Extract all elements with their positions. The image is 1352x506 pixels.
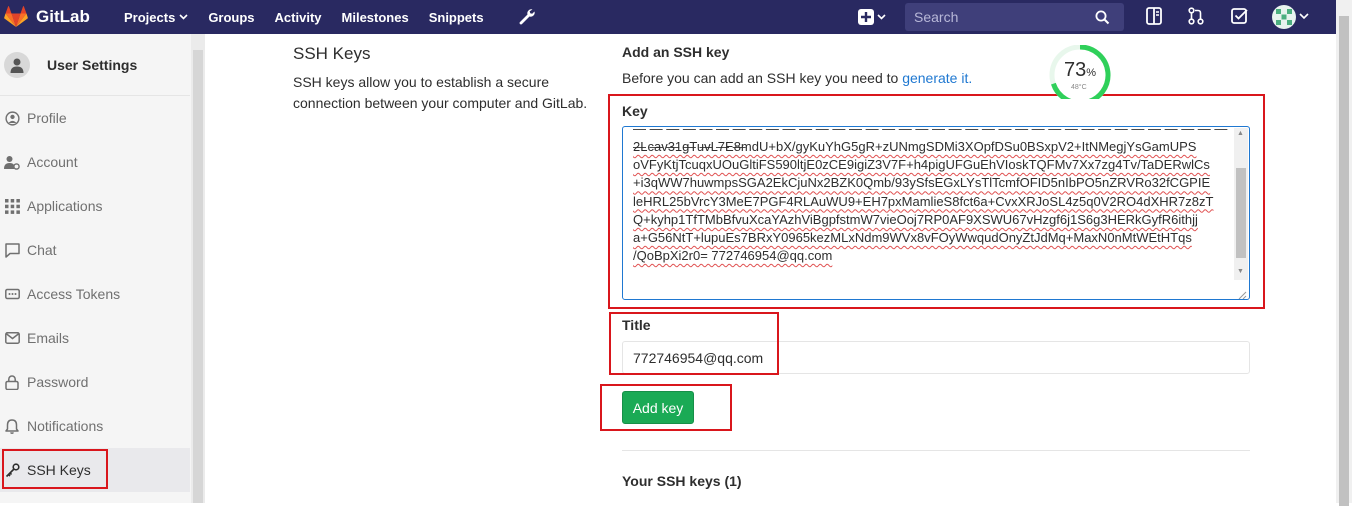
sidebar-scrollbar[interactable] bbox=[191, 34, 205, 503]
sidebar-title: User Settings bbox=[47, 56, 138, 73]
profile-icon bbox=[4, 110, 20, 126]
sidebar-header[interactable]: User Settings bbox=[0, 34, 190, 96]
divider bbox=[622, 450, 1250, 451]
generate-it-link[interactable]: generate it. bbox=[902, 70, 972, 86]
cpu-usage-widget[interactable]: 73% 48°C bbox=[1045, 45, 1115, 99]
sidebar-item-label: Notifications bbox=[27, 418, 104, 434]
nav-activity[interactable]: Activity bbox=[275, 10, 322, 25]
user-avatar[interactable] bbox=[1272, 5, 1296, 29]
temperature-value: 48°C bbox=[1071, 84, 1087, 91]
sidebar-item-label: Account bbox=[27, 154, 78, 170]
sidebar-item-account[interactable]: Account bbox=[0, 140, 190, 184]
search-box[interactable] bbox=[905, 3, 1124, 31]
todos-icon[interactable] bbox=[1231, 7, 1249, 25]
main-nav: Projects Groups Activity Milestones Snip… bbox=[124, 8, 536, 26]
nav-projects-label: Projects bbox=[124, 9, 176, 25]
sidebar-item-access-tokens[interactable]: Access Tokens bbox=[0, 272, 190, 316]
sidebar-item-emails[interactable]: Emails bbox=[0, 316, 190, 360]
gitlab-logo-icon bbox=[4, 6, 28, 28]
sidebar-toggle-icon[interactable] bbox=[1146, 7, 1162, 25]
brand-name: GitLab bbox=[36, 7, 90, 26]
sidebar-item-label: Access Tokens bbox=[27, 286, 121, 302]
annotation-box-ssh-keys bbox=[2, 449, 108, 489]
password-icon bbox=[4, 374, 20, 390]
page-scrollbar[interactable] bbox=[1336, 0, 1352, 506]
chevron-down-icon bbox=[179, 12, 188, 22]
page-title: SSH Keys bbox=[293, 44, 371, 63]
sidebar-item-password[interactable]: Password bbox=[0, 360, 190, 404]
new-item-button[interactable] bbox=[858, 7, 888, 27]
access-tokens-icon bbox=[4, 286, 20, 302]
sidebar-item-label: Applications bbox=[27, 198, 103, 214]
sidebar-item-label: Profile bbox=[27, 110, 67, 126]
search-icon bbox=[1095, 10, 1110, 25]
add-ssh-key-form: Add an SSH key Before you can add an SSH… bbox=[622, 44, 1250, 489]
annotation-box-add-key bbox=[600, 384, 732, 431]
nav-snippets[interactable]: Snippets bbox=[429, 10, 484, 25]
chevron-down-icon[interactable] bbox=[1299, 13, 1309, 20]
form-intro-text: Before you can add an SSH key you need t… bbox=[622, 70, 903, 86]
usage-value: 73% bbox=[1063, 59, 1097, 81]
sidebar-item-applications[interactable]: Applications bbox=[0, 184, 190, 228]
your-ssh-keys-heading: Your SSH keys (1) bbox=[622, 473, 742, 489]
emails-icon bbox=[4, 330, 20, 346]
annotation-box-title bbox=[609, 312, 779, 375]
nav-groups[interactable]: Groups bbox=[208, 10, 254, 25]
section-intro: SSH Keys SSH keys allow you to establish… bbox=[293, 44, 593, 114]
admin-wrench-icon[interactable] bbox=[518, 8, 536, 26]
top-navbar: GitLab Projects Groups Activity Mileston… bbox=[0, 0, 1336, 34]
sidebar-item-label: Chat bbox=[27, 242, 57, 258]
applications-icon bbox=[4, 198, 20, 214]
section-description: SSH keys allow you to establish a secure… bbox=[293, 74, 588, 111]
user-icon bbox=[4, 51, 30, 78]
sidebar-item-notifications[interactable]: Notifications bbox=[0, 404, 190, 448]
sidebar-item-label: Password bbox=[27, 374, 89, 390]
form-intro: Before you can add an SSH key you need t… bbox=[622, 70, 1250, 86]
sidebar-item-label: Emails bbox=[27, 330, 70, 346]
nav-projects[interactable]: Projects bbox=[124, 10, 188, 25]
notifications-icon bbox=[4, 418, 20, 434]
nav-milestones[interactable]: Milestones bbox=[342, 10, 409, 25]
merge-request-icon[interactable] bbox=[1188, 7, 1204, 25]
account-icon bbox=[4, 154, 20, 170]
annotation-box-key bbox=[608, 94, 1265, 309]
search-input[interactable] bbox=[905, 9, 1095, 25]
form-heading: Add an SSH key bbox=[622, 44, 730, 60]
brand[interactable]: GitLab bbox=[4, 6, 116, 28]
sidebar-item-profile[interactable]: Profile bbox=[0, 96, 190, 140]
chat-icon bbox=[4, 242, 20, 258]
sidebar-item-chat[interactable]: Chat bbox=[0, 228, 190, 272]
settings-sidebar: User Settings Profile Account Applicatio… bbox=[0, 34, 205, 503]
